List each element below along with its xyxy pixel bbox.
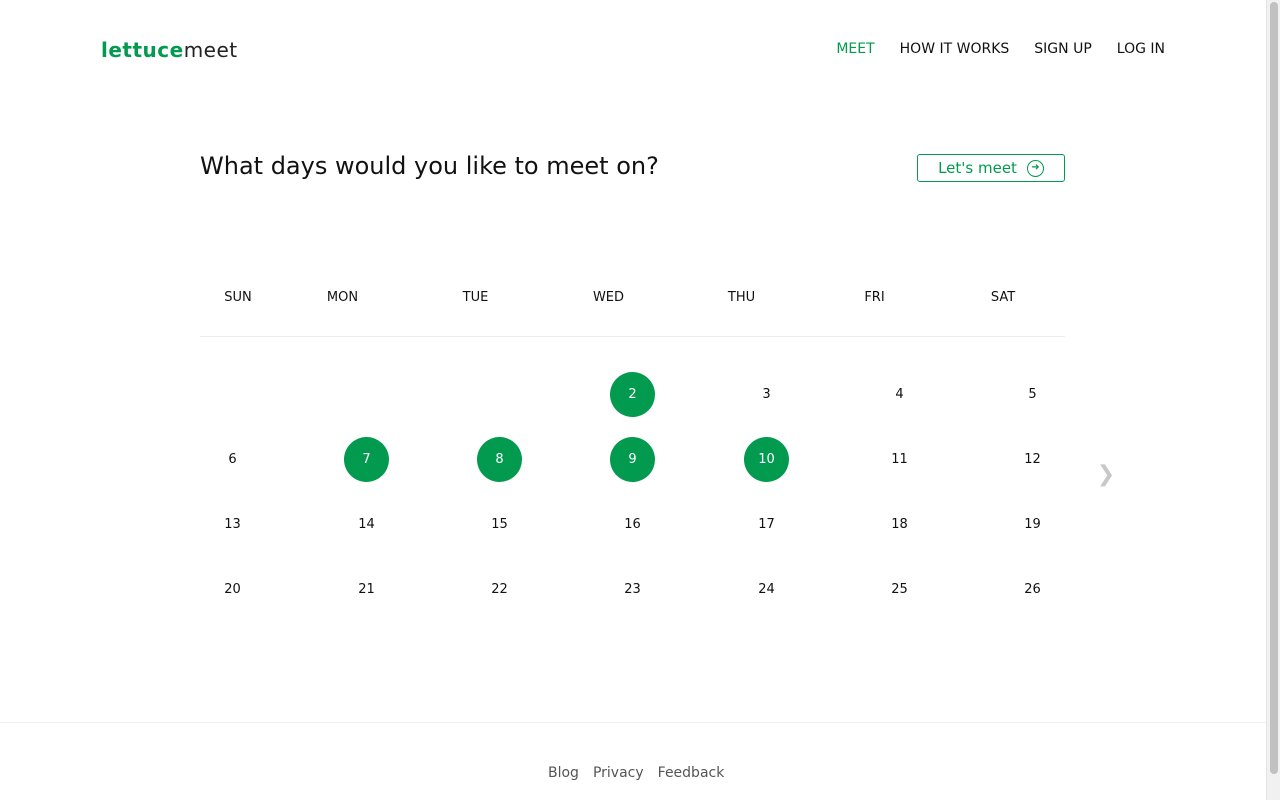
calendar-day[interactable]: 21	[344, 567, 389, 612]
calendar-day[interactable]: 15	[477, 502, 522, 547]
calendar-day[interactable]: 25	[877, 567, 922, 612]
calendar-week-row: 13 14 15 16 17 18 19	[200, 502, 1065, 567]
calendar-day[interactable]: 4	[877, 372, 922, 417]
calendar-day[interactable]: 24	[744, 567, 789, 612]
calendar-day[interactable]: 14	[344, 502, 389, 547]
calendar-grid: 2 3 4 5 6 7 8 9 10 11 12 13 14 15 16 17 18 19 20 21 22 23 24 25…	[200, 372, 1065, 632]
calendar-day[interactable]: 19	[1010, 502, 1055, 547]
calendar-day[interactable]: 22	[477, 567, 522, 612]
vertical-scrollbar[interactable]	[1266, 0, 1280, 800]
calendar-day[interactable]: 8	[477, 437, 522, 482]
top-nav: MEET HOW IT WORKS SIGN UP LOG IN	[836, 41, 1165, 57]
chevron-right-icon[interactable]: ❯	[1096, 462, 1116, 487]
calendar-day[interactable]: 23	[610, 567, 655, 612]
calendar-day[interactable]: 20	[210, 567, 255, 612]
lets-meet-label: Let's meet	[938, 159, 1017, 177]
calendar-day[interactable]: 10	[744, 437, 789, 482]
weekday-label: SUN	[224, 290, 252, 305]
calendar-day[interactable]: 16	[610, 502, 655, 547]
footer: Blog Privacy Feedback	[0, 722, 1266, 800]
footer-link-privacy[interactable]: Privacy	[593, 765, 644, 781]
calendar-day[interactable]: 18	[877, 502, 922, 547]
logo-part2: meet	[183, 38, 238, 62]
calendar: SUN MON TUE WED THU FRI SAT 2 3 4 5 6 7 8 9 10 11…	[200, 282, 1065, 597]
footer-link-blog[interactable]: Blog	[548, 765, 579, 781]
weekday-label: SAT	[990, 290, 1016, 305]
weekday-label: FRI	[864, 290, 885, 305]
calendar-day[interactable]: 11	[877, 437, 922, 482]
calendar-day[interactable]: 17	[744, 502, 789, 547]
weekday-header: SUN MON TUE WED THU FRI SAT	[200, 282, 1065, 337]
calendar-day[interactable]: 13	[210, 502, 255, 547]
calendar-day[interactable]: 2	[610, 372, 655, 417]
weekday-label: THU	[727, 290, 756, 305]
logo[interactable]: lettucemeet	[101, 38, 238, 62]
nav-sign-up[interactable]: SIGN UP	[1034, 41, 1091, 57]
page-title: What days would you like to meet on?	[200, 152, 659, 180]
calendar-week-row: 2 3 4 5	[200, 372, 1065, 437]
footer-links: Blog Privacy Feedback	[548, 765, 724, 781]
nav-how-it-works[interactable]: HOW IT WORKS	[900, 41, 1010, 57]
calendar-week-row: 20 21 22 23 24 25 26	[200, 567, 1065, 632]
weekday-label: TUE	[462, 290, 489, 305]
nav-log-in[interactable]: LOG IN	[1117, 41, 1165, 57]
calendar-day[interactable]: 26	[1010, 567, 1055, 612]
arrow-right-circle-icon: ➜	[1026, 159, 1044, 177]
calendar-day[interactable]: 6	[210, 437, 255, 482]
logo-part1: lettuce	[101, 38, 184, 62]
page: lettucemeet MEET HOW IT WORKS SIGN UP LO…	[0, 0, 1266, 800]
calendar-day[interactable]: 12	[1010, 437, 1055, 482]
calendar-day[interactable]: 3	[744, 372, 789, 417]
lets-meet-button[interactable]: Let's meet ➜	[917, 154, 1065, 182]
weekday-label: MON	[326, 290, 359, 305]
calendar-day[interactable]: 9	[610, 437, 655, 482]
nav-meet[interactable]: MEET	[836, 41, 874, 57]
weekday-label: WED	[592, 290, 625, 305]
footer-link-feedback[interactable]: Feedback	[658, 765, 725, 781]
scrollbar-thumb[interactable]	[1270, 2, 1278, 774]
calendar-day[interactable]: 7	[344, 437, 389, 482]
calendar-day[interactable]: 5	[1010, 372, 1055, 417]
calendar-week-row: 6 7 8 9 10 11 12	[200, 437, 1065, 502]
